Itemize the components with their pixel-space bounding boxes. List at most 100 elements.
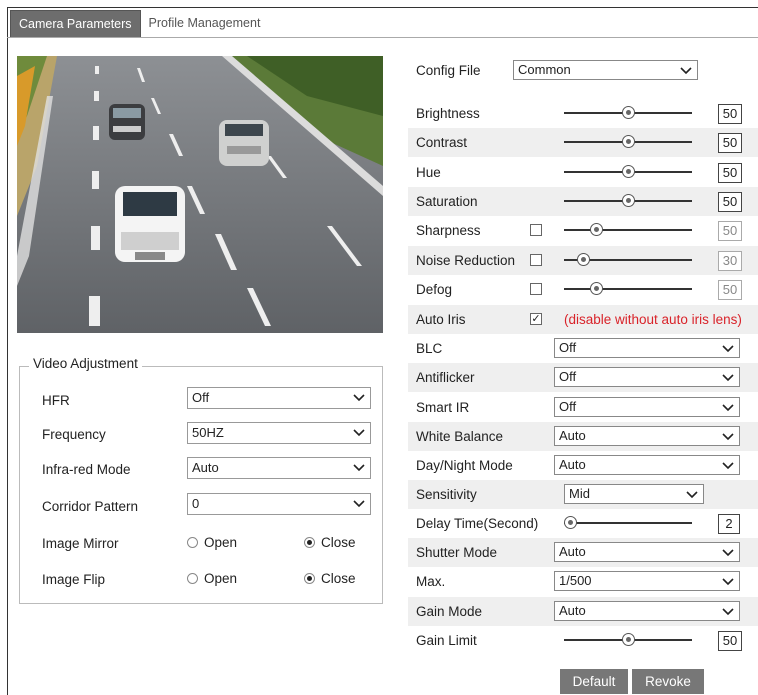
config-file-label: Config File: [416, 63, 481, 78]
chevron-down-icon: [722, 374, 734, 382]
chevron-down-icon: [722, 404, 734, 411]
noise-reduction-row: Noise Reduction 30: [408, 245, 758, 275]
delay-time-track: [564, 522, 692, 524]
noise-reduction-label: Noise Reduction: [416, 252, 516, 268]
chevron-down-icon: [353, 464, 365, 472]
auto-iris-label: Auto Iris: [416, 312, 466, 327]
live-video-preview: [17, 56, 383, 333]
hfr-value: Off: [192, 390, 210, 405]
hue-value[interactable]: 50: [718, 162, 742, 183]
chevron-down-icon: [722, 345, 734, 353]
antiflicker-label: Antiflicker: [416, 370, 475, 386]
infrared-mode-select[interactable]: Auto: [187, 457, 371, 479]
defog-checkbox[interactable]: [530, 282, 542, 295]
image-flip-close-radio[interactable]: Close: [304, 571, 356, 586]
gain-limit-value[interactable]: 50: [718, 631, 742, 651]
auto-iris-warning: (disable without auto iris lens): [564, 312, 742, 327]
sharpness-row: Sharpness 50: [408, 216, 758, 245]
noise-reduction-slider-handle[interactable]: [577, 252, 591, 266]
noise-reduction-checkbox[interactable]: [530, 253, 542, 266]
antiflicker-select-value: Off: [559, 369, 577, 385]
brightness-row: Brightness 50: [408, 99, 758, 128]
sharpness-slider-handle[interactable]: [590, 223, 603, 237]
radio-selected-icon: [304, 573, 315, 584]
gain-mode-label: Gain Mode: [416, 603, 483, 619]
radio-circle-icon: [187, 573, 198, 584]
defog-row: Defog 50: [408, 275, 758, 304]
sensitivity-value: Mid: [569, 486, 590, 501]
shutter-mode-select-value: Auto: [559, 544, 586, 559]
defog-label: Defog: [416, 281, 453, 297]
shutter-mode-select[interactable]: Auto: [554, 542, 740, 562]
antiflicker-select[interactable]: Off: [554, 367, 740, 388]
gain-mode-row: Gain Mode Auto: [408, 596, 758, 626]
brightness-slider-handle[interactable]: [622, 106, 635, 119]
hue-label: Hue: [416, 164, 441, 180]
default-button[interactable]: Default: [560, 669, 628, 694]
hfr-select[interactable]: Off: [187, 387, 371, 409]
max-row: Max. 1/500: [408, 567, 758, 596]
contrast-slider-handle[interactable]: [622, 135, 635, 149]
chevron-down-icon: [722, 549, 734, 557]
blc-select[interactable]: Off: [554, 338, 740, 358]
revoke-button[interactable]: Revoke: [632, 669, 704, 694]
hue-slider-handle[interactable]: [622, 164, 635, 178]
image-mirror-close-radio[interactable]: Close: [304, 535, 356, 550]
day-night-mode-label: Day/Night Mode: [416, 458, 513, 474]
tab-camera-parameters[interactable]: Camera Parameters: [10, 10, 141, 38]
frequency-select[interactable]: 50HZ: [187, 422, 371, 444]
gain-limit-row: Gain Limit 50: [408, 626, 758, 655]
defog-slider-handle[interactable]: [590, 281, 603, 295]
video-adjustment-legend: Video Adjustment: [29, 356, 142, 371]
sharpness-checkbox[interactable]: [530, 224, 542, 237]
delay-time-label: Delay Time(Second): [416, 516, 539, 531]
corridor-pattern-label: Corridor Pattern: [42, 499, 139, 514]
sensitivity-select[interactable]: Mid: [564, 484, 704, 504]
white-balance-select-value: Auto: [559, 427, 586, 443]
brightness-value[interactable]: 50: [718, 104, 742, 124]
smart-ir-select[interactable]: Off: [554, 396, 740, 417]
corridor-pattern-select[interactable]: 0: [187, 493, 371, 515]
smart-ir-select-value: Off: [559, 398, 577, 414]
saturation-slider-handle[interactable]: [622, 193, 635, 207]
shutter-mode-row: Shutter Mode Auto: [408, 538, 758, 567]
config-file-select[interactable]: Common: [513, 60, 698, 80]
defog-value[interactable]: 50: [718, 279, 742, 300]
image-flip-open-radio[interactable]: Open: [187, 571, 237, 586]
tab-bar: Camera Parameters Profile Management: [10, 10, 268, 38]
infrared-mode-value: Auto: [192, 460, 219, 475]
delay-time-slider-handle[interactable]: [564, 516, 578, 529]
noise-reduction-value[interactable]: 30: [718, 250, 742, 271]
chevron-down-icon: [722, 433, 734, 441]
brightness-label: Brightness: [416, 106, 480, 121]
radio-label: Close: [321, 571, 356, 586]
car-1: [109, 104, 145, 140]
chevron-down-icon: [353, 500, 365, 508]
auto-iris-checkbox[interactable]: ✓: [530, 313, 542, 325]
gain-limit-slider-handle[interactable]: [622, 633, 635, 646]
delay-time-value[interactable]: 2: [718, 514, 740, 534]
shutter-mode-label: Shutter Mode: [416, 545, 498, 560]
contrast-value[interactable]: 50: [718, 133, 742, 154]
image-mirror-label: Image Mirror: [42, 536, 119, 551]
white-balance-select[interactable]: Auto: [554, 425, 740, 446]
chevron-down-icon: [353, 394, 365, 402]
hue-row: Hue 50: [408, 158, 758, 187]
max-select[interactable]: 1/500: [554, 571, 740, 592]
sharpness-track: [564, 229, 692, 232]
day-night-mode-select[interactable]: Auto: [554, 455, 740, 476]
infrared-mode-label: Infra-red Mode: [42, 462, 131, 477]
saturation-value[interactable]: 50: [718, 191, 742, 212]
smart-ir-label: Smart IR: [416, 399, 470, 415]
sharpness-value[interactable]: 50: [718, 221, 742, 242]
white-balance-label: White Balance: [416, 428, 504, 444]
sensitivity-row: Sensitivity Mid: [408, 480, 758, 509]
frequency-value: 50HZ: [192, 425, 224, 440]
gain-mode-select[interactable]: Auto: [554, 600, 740, 621]
white-balance-row: White Balance Auto: [408, 421, 758, 451]
contrast-label: Contrast: [416, 135, 468, 151]
image-mirror-open-radio[interactable]: Open: [187, 535, 237, 550]
defog-track: [564, 287, 692, 290]
chevron-down-icon: [722, 608, 734, 615]
tab-profile-management[interactable]: Profile Management: [141, 10, 269, 38]
